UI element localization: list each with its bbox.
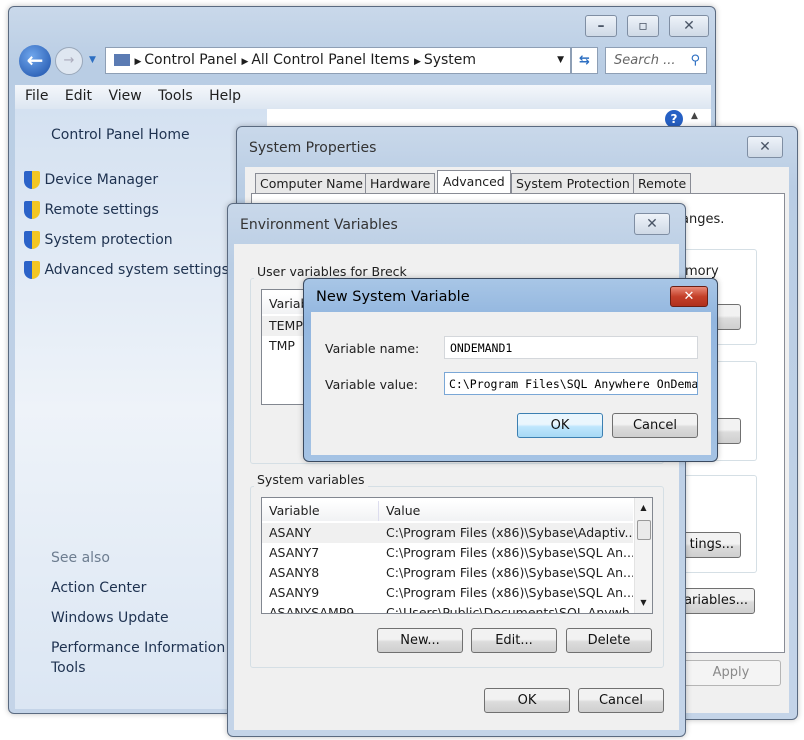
performance-info-link-line2[interactable]: Tools bbox=[51, 660, 86, 676]
performance-info-link[interactable]: Performance Information and bbox=[51, 640, 256, 656]
table-row-variable[interactable]: ASANY9 bbox=[262, 583, 379, 603]
user-variables-label: User variables for Breck bbox=[254, 264, 410, 279]
performance-text: mory bbox=[685, 264, 719, 279]
cancel-button[interactable]: Cancel bbox=[578, 688, 664, 713]
admin-note-text: anges. bbox=[681, 212, 725, 227]
variable-name-field[interactable] bbox=[444, 336, 698, 359]
table-row-value[interactable]: C:\Program Files (x86)\Sybase\SQL An... bbox=[379, 563, 633, 583]
scroll-up-arrow[interactable]: ▲ bbox=[691, 111, 698, 121]
menu-edit[interactable]: Edit bbox=[65, 88, 92, 104]
refresh-button[interactable]: ⇆ bbox=[571, 47, 598, 74]
close-button[interactable]: ✕ bbox=[747, 136, 783, 158]
close-button[interactable]: ✕ bbox=[670, 286, 708, 307]
table-row-value[interactable]: C:\Users\Public\Documents\SQL Anywh... bbox=[379, 603, 633, 613]
see-also-heading: See also bbox=[51, 550, 110, 566]
menu-view[interactable]: View bbox=[108, 88, 141, 104]
history-dropdown-icon[interactable]: ▼ bbox=[89, 55, 96, 65]
tab-remote[interactable]: Remote bbox=[633, 173, 692, 194]
scroll-thumb[interactable] bbox=[637, 520, 651, 540]
delete-button[interactable]: Delete bbox=[566, 628, 652, 653]
menu-tools[interactable]: Tools bbox=[158, 88, 193, 104]
scrollbar[interactable]: ▲ ▼ bbox=[634, 498, 652, 613]
table-row-value[interactable]: C:\Program Files (x86)\Sybase\SQL An... bbox=[379, 583, 633, 603]
dialog-title: Environment Variables bbox=[240, 217, 398, 233]
address-bar[interactable]: ▶ Control Panel ▶ All Control Panel Item… bbox=[105, 47, 571, 74]
search-icon: ⚲ bbox=[690, 53, 700, 68]
table-row-variable[interactable]: ASANY7 bbox=[262, 543, 379, 563]
breadcrumb-control-panel[interactable]: Control Panel bbox=[144, 52, 237, 68]
forward-button[interactable]: → bbox=[55, 47, 83, 75]
system-variables-list[interactable]: Variable Value ASANY C:\Program Files (x8… bbox=[261, 497, 653, 614]
menu-help[interactable]: Help bbox=[209, 88, 241, 104]
table-row-variable[interactable]: ASANY bbox=[262, 523, 379, 543]
sidebar-item-system-protection[interactable]: System protection bbox=[24, 231, 173, 249]
system-variables-label: System variables bbox=[254, 472, 368, 487]
dialog-title: System Properties bbox=[249, 140, 377, 156]
ok-button[interactable]: OK bbox=[517, 413, 603, 438]
variable-name-label: Variable name: bbox=[325, 341, 420, 356]
cancel-button[interactable]: Cancel bbox=[612, 413, 698, 438]
action-center-link[interactable]: Action Center bbox=[51, 580, 146, 596]
shield-icon bbox=[24, 261, 40, 279]
variable-value-field[interactable] bbox=[444, 372, 698, 395]
table-row-variable[interactable]: ASANY8 bbox=[262, 563, 379, 583]
sidebar-item-remote-settings[interactable]: Remote settings bbox=[24, 201, 159, 219]
close-button[interactable]: ✕ bbox=[634, 213, 670, 235]
back-button[interactable]: ← bbox=[19, 45, 51, 77]
variable-value-label: Variable value: bbox=[325, 377, 418, 392]
address-dropdown-icon[interactable]: ▼ bbox=[557, 48, 564, 73]
control-panel-home-link[interactable]: Control Panel Home bbox=[51, 127, 190, 143]
computer-icon bbox=[114, 54, 130, 66]
table-row-value[interactable]: C:\Program Files (x86)\Sybase\Adaptiv... bbox=[379, 523, 633, 543]
new-system-variable-dialog: New System Variable ✕ Variable name: Var… bbox=[303, 278, 718, 462]
column-header-value[interactable]: Value bbox=[379, 501, 633, 521]
shield-icon bbox=[24, 171, 40, 189]
sidebar-item-device-manager[interactable]: Device Manager bbox=[24, 171, 158, 189]
dialog-title: New System Variable bbox=[316, 289, 470, 305]
maximize-button[interactable]: ▫ bbox=[627, 15, 659, 37]
shield-icon bbox=[24, 201, 40, 219]
scroll-down-arrow[interactable]: ▼ bbox=[635, 598, 652, 607]
minimize-button[interactable]: – bbox=[585, 15, 617, 37]
tab-computer-name[interactable]: Computer Name bbox=[255, 173, 368, 194]
windows-update-link[interactable]: Windows Update bbox=[51, 610, 169, 626]
tab-advanced[interactable]: Advanced bbox=[437, 170, 511, 193]
search-input[interactable]: Search ... ⚲ bbox=[605, 47, 707, 74]
table-row[interactable]: TMP bbox=[262, 336, 295, 356]
breadcrumb-system[interactable]: System bbox=[424, 52, 476, 68]
tab-system-protection[interactable]: System Protection bbox=[511, 173, 635, 194]
breadcrumb-all-items[interactable]: All Control Panel Items bbox=[251, 52, 409, 68]
apply-button[interactable]: Apply bbox=[681, 660, 781, 686]
close-button[interactable]: ✕ bbox=[669, 15, 709, 37]
sidebar-item-advanced-settings[interactable]: Advanced system settings bbox=[24, 261, 229, 279]
scroll-up-arrow[interactable]: ▲ bbox=[635, 503, 652, 512]
edit-button[interactable]: Edit... bbox=[471, 628, 557, 653]
tab-hardware[interactable]: Hardware bbox=[365, 173, 436, 194]
table-row-value[interactable]: C:\Program Files (x86)\Sybase\SQL An... bbox=[379, 543, 633, 563]
new-button[interactable]: New... bbox=[377, 628, 463, 653]
table-row-variable[interactable]: ASANYSAMP9 bbox=[262, 603, 379, 613]
column-header-variable[interactable]: Variable bbox=[262, 501, 379, 521]
menu-bar: File Edit View Tools Help bbox=[15, 85, 711, 109]
menu-file[interactable]: File bbox=[25, 88, 48, 104]
shield-icon bbox=[24, 231, 40, 249]
ok-button[interactable]: OK bbox=[484, 688, 570, 713]
